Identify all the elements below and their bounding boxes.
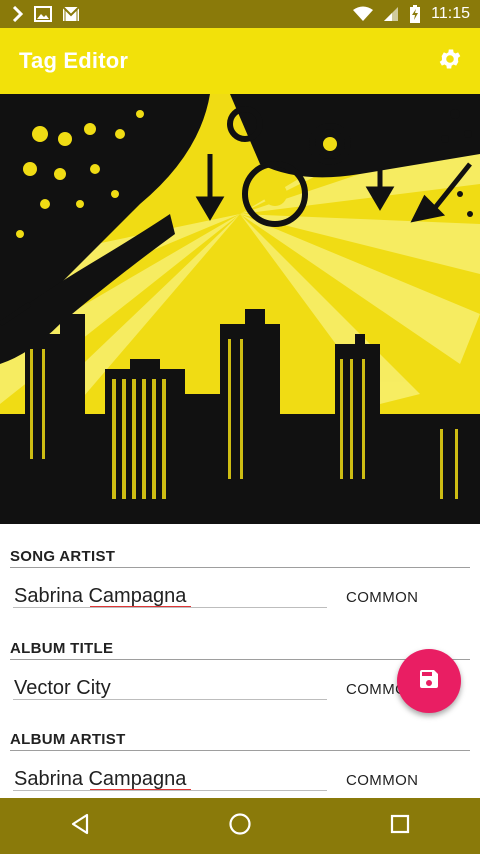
wifi-icon (353, 6, 374, 22)
status-bar: 11:15 (0, 0, 480, 28)
input-underline (13, 790, 327, 791)
back-icon (69, 813, 91, 840)
chevron-right-icon (12, 6, 24, 22)
navigation-bar (0, 798, 480, 854)
status-time: 11:15 (431, 5, 470, 22)
save-icon (417, 667, 441, 696)
settings-button[interactable] (436, 47, 464, 75)
image-icon (34, 6, 52, 22)
status-left-icons (12, 6, 80, 22)
recents-button[interactable] (376, 802, 424, 850)
gear-icon (437, 46, 463, 77)
song-artist-common-button[interactable]: COMMON (346, 589, 418, 606)
album-artist-common-button[interactable]: COMMON (346, 772, 418, 789)
app-bar: Tag Editor (0, 28, 480, 94)
field-divider (10, 659, 470, 660)
input-underline (13, 699, 327, 700)
save-button[interactable] (397, 649, 461, 713)
battery-charging-icon (409, 5, 421, 23)
album-art-image[interactable] (0, 94, 480, 524)
field-label: ALBUM ARTIST (10, 731, 126, 748)
field-label: ALBUM TITLE (10, 640, 114, 657)
signal-icon (383, 6, 399, 22)
recents-icon (389, 813, 411, 840)
status-right-icons: 11:15 (353, 5, 470, 23)
app-title: Tag Editor (19, 48, 129, 73)
back-button[interactable] (56, 802, 104, 850)
field-label: SONG ARTIST (10, 548, 116, 565)
field-divider (10, 750, 470, 751)
gmail-icon (62, 6, 80, 22)
home-icon (228, 812, 252, 841)
input-underline (13, 607, 327, 608)
field-divider (10, 567, 470, 568)
home-button[interactable] (216, 802, 264, 850)
